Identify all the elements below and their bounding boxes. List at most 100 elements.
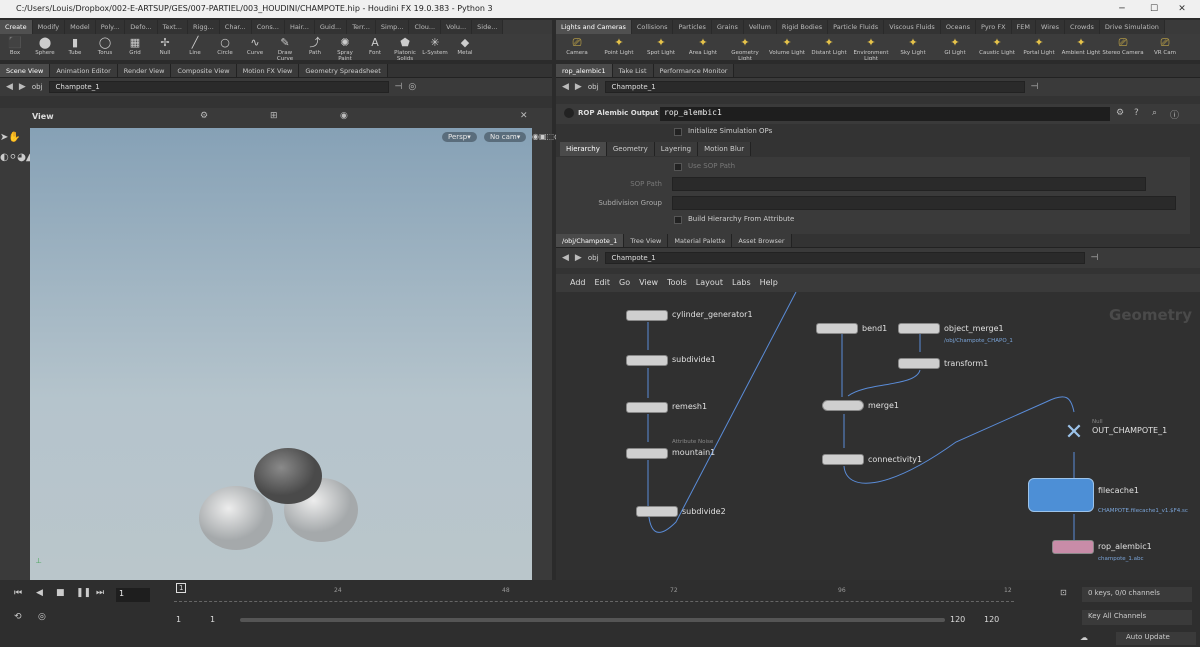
pin-icon[interactable]: ⊣ — [1031, 82, 1039, 92]
shelf-tab-10[interactable]: FEM — [1011, 20, 1036, 34]
init-sim-checkbox[interactable] — [674, 128, 682, 136]
pin-icon[interactable]: ⊣ — [395, 82, 403, 92]
shelf-tab-7[interactable]: Viscous Fluids — [884, 20, 941, 34]
range-slider[interactable] — [240, 618, 945, 622]
shelf-tool-0[interactable]: ⬛ Box — [0, 34, 30, 60]
jump-end-icon[interactable]: ⏭ — [96, 588, 104, 598]
perspective-menu[interactable]: Persp▾ — [442, 132, 477, 142]
path-root[interactable]: obj — [588, 83, 599, 91]
pane-tab-1[interactable]: Animation Editor — [50, 64, 118, 77]
network-menu-5[interactable]: Layout — [696, 278, 723, 288]
close-button[interactable]: ✕ — [1168, 0, 1196, 18]
path-root[interactable]: obj — [588, 254, 599, 262]
shelf-tool-10[interactable]: ✦ Caustic Light — [976, 34, 1018, 60]
pane-tab-4[interactable]: Motion FX View — [236, 64, 300, 77]
shelf-tool-2[interactable]: ▮ Tube — [60, 34, 90, 60]
tool-icon-1[interactable]: ✋ — [8, 132, 20, 143]
shelf-tab-8[interactable]: Cons... — [251, 20, 285, 34]
node-bend1[interactable] — [816, 323, 858, 334]
network-menu-4[interactable]: Tools — [667, 278, 687, 288]
param-subtab-2[interactable]: Layering — [654, 142, 699, 156]
3d-viewport[interactable]: Persp▾ No cam▾ ⟂ — [30, 128, 532, 580]
shelf-tab-8[interactable]: Oceans — [940, 20, 976, 34]
network-menu-3[interactable]: View — [639, 278, 658, 288]
shelf-tool-4[interactable]: ▦ Grid — [120, 34, 150, 60]
shelf-tool-4[interactable]: ✦ Geometry Light — [724, 34, 766, 60]
shelf-tool-3[interactable]: ✦ Area Light — [682, 34, 724, 60]
shelf-tool-6[interactable]: ╱ Line — [180, 34, 210, 60]
node-subdivide1[interactable] — [626, 355, 668, 366]
node-mountain1[interactable] — [626, 448, 668, 459]
link-icon[interactable]: ◎ — [408, 82, 416, 92]
realtime-icon[interactable]: ⟲ — [14, 612, 22, 622]
shelf-tool-3[interactable]: ◯ Torus — [90, 34, 120, 60]
pane-tab-0[interactable]: rop_alembic1 — [556, 64, 613, 77]
forward-icon[interactable]: ▶ — [575, 82, 582, 92]
shelf-tab-3[interactable]: Grains — [711, 20, 744, 34]
node-connectivity1[interactable] — [822, 454, 864, 465]
pane-tab-0[interactable]: Scene View — [0, 64, 51, 77]
info-icon[interactable]: ⓘ — [1170, 108, 1179, 121]
shelf-tab-12[interactable]: Simp... — [375, 20, 410, 34]
shelf-tab-5[interactable]: Text... — [157, 20, 188, 34]
network-editor[interactable]: Geometry cylinder_generator1 subdivide1 … — [556, 292, 1200, 580]
node-merge1[interactable] — [822, 400, 864, 411]
shelf-tool-8[interactable]: ∿ Curve — [240, 34, 270, 60]
node-cylinder-generator[interactable] — [626, 310, 668, 321]
forward-icon[interactable]: ▶ — [575, 253, 582, 263]
tool-icon-3[interactable]: ⚪ — [9, 152, 17, 163]
shelf-tool-13[interactable]: ⬟ Platonic Solids — [390, 34, 420, 60]
shelf-tool-14[interactable]: ⎚ VR Cam — [1144, 34, 1186, 60]
network-menu-0[interactable]: Add — [570, 278, 586, 288]
shelf-tab-9[interactable]: Pyro FX — [976, 20, 1012, 34]
pane-tab-3[interactable]: Composite View — [171, 64, 237, 77]
pane-tab-2[interactable]: Render View — [117, 64, 172, 77]
tool-icon-2[interactable]: ◐ — [0, 152, 9, 163]
path-node[interactable]: Champote_1 — [604, 252, 1085, 264]
path-root[interactable]: obj — [32, 83, 43, 91]
param-subtab-0[interactable]: Hierarchy — [560, 142, 607, 156]
jump-start-icon[interactable]: ⏮ — [14, 588, 22, 598]
pane-tab-1[interactable]: Take List — [612, 64, 654, 77]
shelf-tool-0[interactable]: ⎚ Camera — [556, 34, 598, 60]
shelf-tool-9[interactable]: ✎ Draw Curve — [270, 34, 300, 60]
shelf-tab-3[interactable]: Poly... — [95, 20, 126, 34]
node-object-merge1[interactable] — [898, 323, 940, 334]
display-icon-2[interactable]: ⬚ — [547, 132, 555, 141]
shelf-tab-4[interactable]: Vellum — [743, 20, 777, 34]
display-option-icon[interactable]: ⚙ — [200, 111, 208, 121]
frame-ruler[interactable]: 1 24 48 72 96 12 — [174, 583, 1014, 602]
subdivision-group-field[interactable] — [672, 196, 1176, 210]
shelf-tab-10[interactable]: Guid... — [314, 20, 348, 34]
pane-tab-5[interactable]: Geometry Spreadsheet — [299, 64, 388, 77]
shelf-tool-13[interactable]: ⎚ Stereo Camera — [1102, 34, 1144, 60]
camera-icon[interactable]: ◉ — [340, 111, 348, 121]
pause-icon[interactable]: ❚❚ — [76, 588, 91, 598]
forward-icon[interactable]: ▶ — [19, 82, 26, 92]
shelf-tool-7[interactable]: ✦ Environment Light — [850, 34, 892, 60]
pane-tab-2[interactable]: Performance Monitor — [653, 64, 735, 77]
back-icon[interactable]: ◀ — [6, 82, 13, 92]
camera-menu[interactable]: No cam▾ — [484, 132, 527, 142]
shelf-tab-7[interactable]: Char... — [219, 20, 252, 34]
pane-tab-1[interactable]: Tree View — [624, 234, 669, 247]
shelf-tool-9[interactable]: ✦ GI Light — [934, 34, 976, 60]
stop-icon[interactable]: ■ — [56, 588, 65, 598]
key-all-channels-dropdown[interactable]: Key All Channels — [1082, 610, 1192, 625]
play-reverse-icon[interactable]: ◀ — [36, 588, 43, 598]
minimize-button[interactable]: ─ — [1108, 0, 1136, 18]
shelf-tab-11[interactable]: Wires — [1036, 20, 1066, 34]
gear-icon[interactable]: ⚙ — [1116, 108, 1124, 118]
shelf-tab-2[interactable]: Particles — [673, 20, 712, 34]
maximize-button[interactable]: ☐ — [1140, 0, 1168, 18]
shelf-tab-11[interactable]: Terr... — [347, 20, 376, 34]
shelf-tool-12[interactable]: A Font — [360, 34, 390, 60]
build-hierarchy-checkbox[interactable] — [674, 216, 682, 224]
search-icon[interactable]: ⌕ — [1152, 108, 1157, 118]
network-menu-7[interactable]: Help — [760, 278, 778, 288]
range-start-field[interactable]: 1 — [176, 615, 181, 624]
path-node[interactable]: Champote_1 — [48, 81, 389, 93]
pane-tab-0[interactable]: /obj/Champote_1 — [556, 234, 625, 247]
pane-close-icon[interactable]: ✕ — [520, 111, 528, 121]
shelf-tab-5[interactable]: Rigid Bodies — [776, 20, 829, 34]
